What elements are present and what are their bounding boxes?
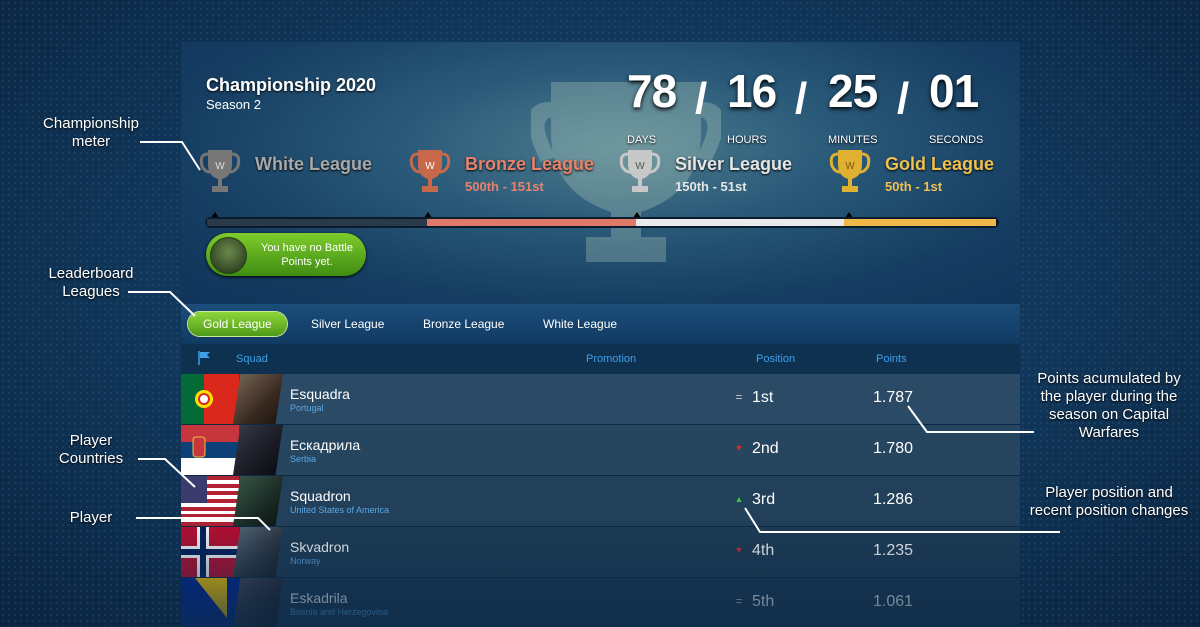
callout-position-info: Player position and recent position chan… xyxy=(1029,484,1189,519)
callout-leaderboard-leagues: Leaderboard Leagues xyxy=(48,265,134,300)
callout-player-countries: Player Countries xyxy=(58,432,124,467)
callout-championship-meter: Championship meter xyxy=(43,115,139,150)
callout-player: Player xyxy=(69,509,113,526)
callout-lines xyxy=(128,141,1060,533)
callout-points-info: Points acumulated by the player during t… xyxy=(1037,370,1181,441)
